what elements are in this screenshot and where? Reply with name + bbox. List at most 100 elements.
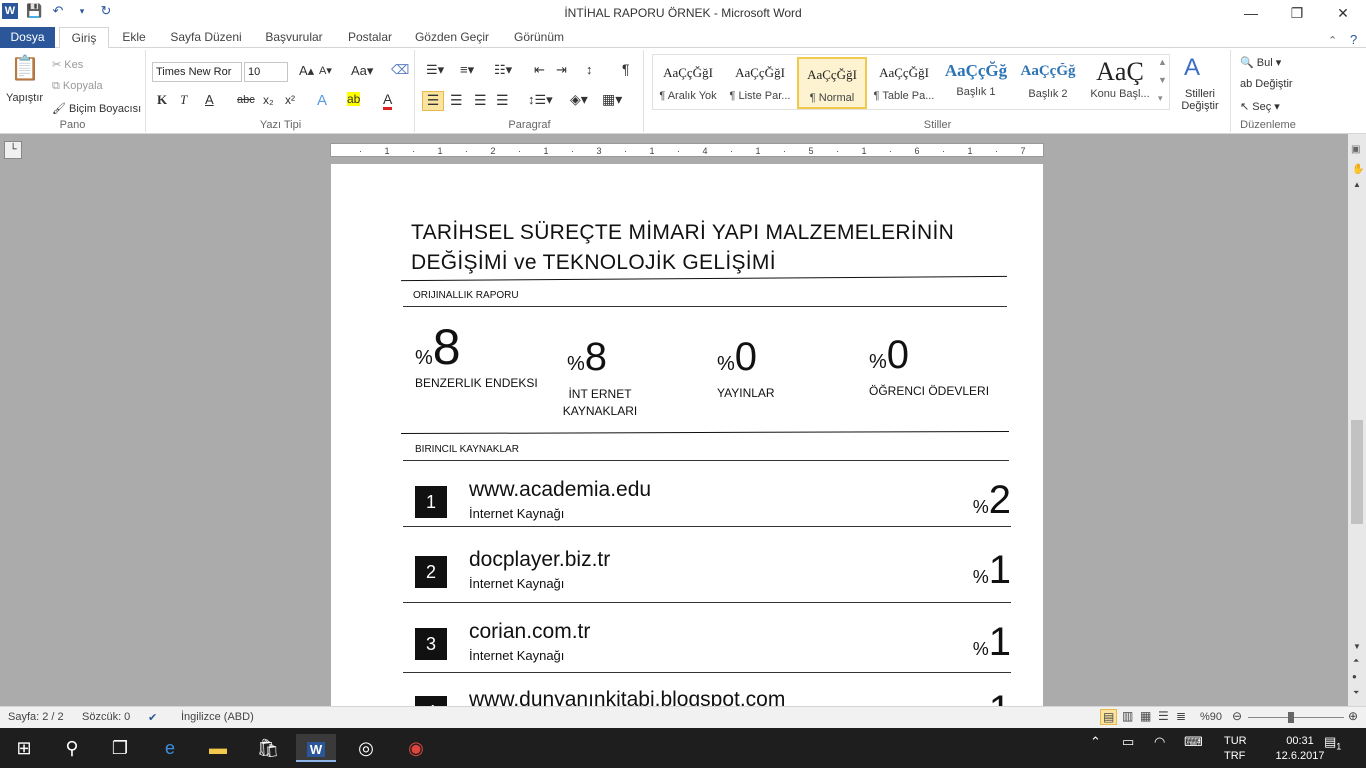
styles-scroll-up-icon[interactable]: ▲	[1158, 57, 1167, 67]
word-count[interactable]: Sözcük: 0	[82, 711, 130, 723]
zoom-out-icon[interactable]: ⊖	[1232, 709, 1242, 723]
tab-postalar[interactable]: Postalar	[341, 27, 399, 48]
shading-icon[interactable]: ◈▾	[570, 91, 588, 108]
zoom-level[interactable]: %90	[1200, 711, 1222, 723]
document-page[interactable]: TARİHSEL SÜREÇTE MİMARİ YAPI MALZEMELERİ…	[331, 164, 1043, 706]
clear-format-icon[interactable]: ⌫	[391, 62, 409, 78]
tab-dosya[interactable]: Dosya	[0, 27, 55, 48]
minimize-button[interactable]: —	[1228, 0, 1274, 27]
chrome-icon[interactable]: ◉	[396, 734, 436, 762]
increase-indent-icon[interactable]: ⇥	[556, 62, 567, 78]
web-layout-icon[interactable]: ▦	[1140, 709, 1151, 723]
borders-icon[interactable]: ▦▾	[602, 91, 622, 108]
align-right-icon[interactable]: ☰	[474, 92, 487, 109]
battery-icon[interactable]: ▭	[1122, 734, 1134, 750]
style-no-spacing[interactable]: AaÇçĞğI ¶ Aralık Yok	[653, 57, 723, 109]
word-taskbar-icon[interactable]: W	[296, 734, 336, 762]
zoom-in-icon[interactable]: ⊕	[1348, 709, 1358, 723]
zoom-slider[interactable]	[1248, 717, 1344, 718]
search-icon[interactable]: ⚲	[52, 734, 92, 762]
align-left-icon[interactable]: ☰	[422, 91, 444, 111]
numbering-icon[interactable]: ≡▾	[460, 62, 474, 78]
close-button[interactable]: ✕	[1320, 0, 1366, 27]
edge-browser-icon[interactable]: e	[150, 734, 190, 762]
tab-gozden-gecir[interactable]: Gözden Geçir	[410, 27, 494, 48]
store-icon[interactable]: 🛍	[248, 734, 288, 762]
keyboard-icon[interactable]: ⌨	[1184, 734, 1203, 750]
italic-button[interactable]: T	[180, 92, 187, 108]
next-page-icon[interactable]: ⏷	[1353, 688, 1359, 698]
text-effects-icon[interactable]: A	[317, 92, 327, 109]
select-button[interactable]: ↖ Seç ▾	[1240, 100, 1280, 113]
collapse-ribbon-icon[interactable]: ⌃	[1328, 34, 1337, 47]
wifi-icon[interactable]: ◠	[1154, 734, 1165, 750]
subscript-button[interactable]: x₂	[263, 93, 274, 107]
paste-icon[interactable]: 📋	[10, 54, 40, 83]
input-language[interactable]: TUR TRF	[1224, 734, 1247, 764]
pan-hand-icon[interactable]: ✋	[1352, 164, 1364, 175]
highlight-icon[interactable]: ab	[347, 92, 361, 106]
shrink-font-icon[interactable]: A▾	[319, 64, 332, 77]
font-size-box[interactable]: 10	[244, 62, 288, 82]
scroll-up-icon[interactable]: ▲	[1353, 180, 1361, 189]
style-normal[interactable]: AaÇçĞğI ¶ Normal	[797, 57, 867, 109]
decrease-indent-icon[interactable]: ⇤	[534, 62, 545, 78]
notification-icon[interactable]: ▤1	[1324, 734, 1341, 752]
help-icon[interactable]: ?	[1350, 32, 1357, 47]
previous-page-icon[interactable]: ⏶	[1353, 656, 1359, 666]
groove-music-icon[interactable]: ◎	[346, 734, 386, 762]
draft-icon[interactable]: ≣	[1176, 709, 1186, 723]
styles-scroll-down-icon[interactable]: ▼	[1158, 75, 1167, 85]
ruler-toggle-icon[interactable]: ▣	[1351, 144, 1360, 155]
underline-button[interactable]: A	[205, 92, 214, 107]
sort-icon[interactable]: ↕	[586, 62, 593, 77]
full-screen-reading-icon[interactable]: ▥	[1122, 709, 1133, 723]
bold-button[interactable]: K	[157, 92, 167, 108]
style-heading-2[interactable]: AaÇçĞğ Başlık 2	[1013, 57, 1083, 109]
tab-gorunum[interactable]: Görünüm	[506, 27, 572, 48]
font-name-box[interactable]: Times New Ror	[152, 62, 242, 82]
print-layout-icon[interactable]: ▤	[1100, 709, 1118, 725]
cut-button[interactable]: ✂ Kes	[52, 58, 83, 71]
grow-font-icon[interactable]: A▴	[299, 63, 314, 79]
style-title[interactable]: AaÇ Konu Başl...	[1085, 57, 1155, 109]
style-heading-1[interactable]: AaÇçĞğ Başlık 1	[941, 57, 1011, 109]
proofing-icon[interactable]: ✔	[148, 711, 157, 724]
paste-button[interactable]: Yapıştır	[6, 92, 43, 104]
superscript-button[interactable]: x²	[285, 93, 295, 107]
restore-button[interactable]: ❐	[1274, 0, 1320, 27]
format-painter-button[interactable]: 🖌 Biçim Boyacısı	[52, 102, 141, 115]
strikethrough-button[interactable]: abc	[237, 94, 255, 106]
font-color-icon[interactable]: A	[383, 91, 393, 110]
style-list-paragraph[interactable]: AaÇçĞğI ¶ Liste Par...	[725, 57, 795, 109]
language-indicator[interactable]: İngilizce (ABD)	[181, 711, 254, 723]
outline-icon[interactable]: ☰	[1158, 709, 1169, 723]
copy-button[interactable]: ⧉ Kopyala	[52, 80, 103, 93]
file-explorer-icon[interactable]: ▬	[198, 734, 238, 762]
bullets-icon[interactable]: ☰▾	[426, 62, 444, 78]
task-view-icon[interactable]: ❐	[100, 734, 140, 762]
replace-button[interactable]: ab Değiştir	[1240, 78, 1293, 90]
zoom-slider-thumb[interactable]	[1288, 712, 1294, 723]
change-case-icon[interactable]: Aa▾	[351, 63, 373, 79]
change-styles-icon[interactable]: A	[1184, 54, 1200, 82]
line-spacing-icon[interactable]: ↕☰▾	[528, 92, 553, 108]
style-table-paragraph[interactable]: AaÇçĞğI ¶ Table Pa...	[869, 57, 939, 109]
multilevel-list-icon[interactable]: ☷▾	[494, 62, 512, 78]
horizontal-ruler[interactable]: · 1 · 1 · 2 · 1 · 3 · 1 · 4 · 1 · 5 · 1 …	[330, 143, 1045, 157]
styles-more-icon[interactable]: ▾	[1158, 93, 1163, 104]
scroll-thumb[interactable]	[1351, 420, 1363, 524]
document-area[interactable]: TARİHSEL SÜREÇTE MİMARİ YAPI MALZEMELERİ…	[0, 164, 1348, 706]
change-styles-button[interactable]: Stilleri Değiştir	[1176, 88, 1224, 112]
show-hidden-icons[interactable]: ⌃	[1090, 734, 1101, 750]
pilcrow-icon[interactable]: ¶	[622, 61, 630, 77]
start-windows-icon[interactable]: ⊞	[4, 734, 44, 762]
align-center-icon[interactable]: ☰	[450, 92, 463, 109]
vertical-scrollbar[interactable]: ▣ ✋ ▲ ▼ ⏶ ● ⏷	[1348, 134, 1366, 706]
page-count[interactable]: Sayfa: 2 / 2	[8, 711, 64, 723]
justify-icon[interactable]: ☰	[496, 92, 509, 109]
browse-object-icon[interactable]: ●	[1352, 672, 1357, 681]
tab-selector-icon[interactable]: └	[4, 141, 22, 159]
find-button[interactable]: 🔍 Bul ▾	[1240, 56, 1281, 69]
tab-basvurular[interactable]: Başvurular	[258, 27, 330, 48]
